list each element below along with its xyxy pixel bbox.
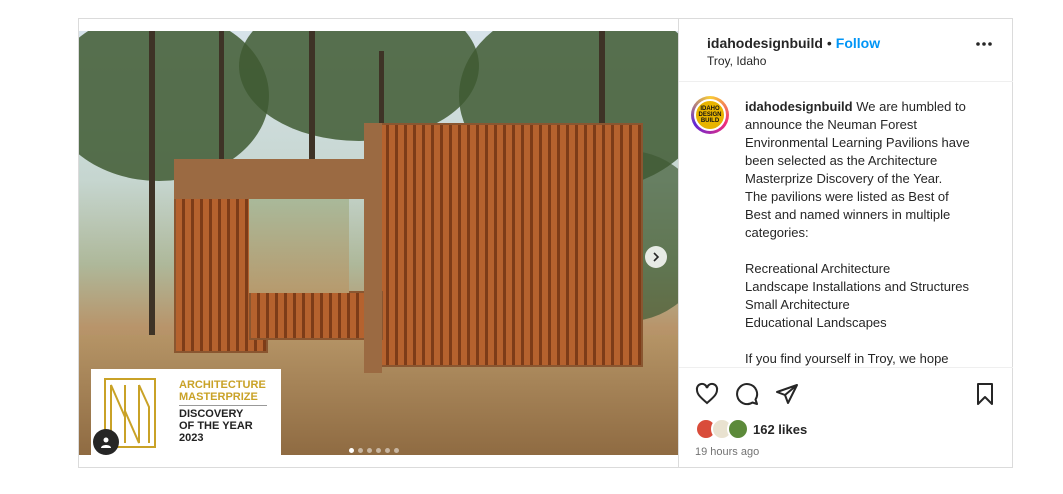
caption-line: If you find yourself in Troy, we hope: [745, 351, 949, 366]
badge-line: ARCHITECTURE: [179, 379, 266, 391]
next-image-button[interactable]: [645, 246, 667, 268]
caption-category: Small Architecture: [745, 297, 850, 312]
caption-area: IDAHO DESIGN BUILD idahodesignbuild We a…: [679, 82, 1013, 366]
award-badge: ARCHITECTURE MASTERPRIZE DISCOVERY OF TH…: [91, 369, 281, 455]
pavilion-panel: [369, 123, 643, 367]
share-icon[interactable]: [775, 382, 799, 406]
likes-row: 162 likes: [695, 418, 807, 440]
header-username[interactable]: idahodesignbuild: [707, 35, 823, 51]
pavilion-post: [364, 123, 382, 373]
caption-line: categories:: [745, 225, 809, 240]
liker-avatar: [727, 418, 749, 440]
likes-count[interactable]: 162 likes: [753, 422, 807, 437]
caption-category: Landscape Installations and Structures: [745, 279, 970, 294]
post-header: idahodesignbuild • Follow Troy, Idaho: [679, 19, 1013, 82]
carousel-dot: [385, 448, 390, 453]
caption-category: Recreational Architecture: [745, 261, 891, 276]
caption-line: been selected as the Architecture: [745, 153, 938, 168]
caption-gap: [745, 242, 997, 260]
comment-icon[interactable]: [735, 382, 759, 406]
caption-line: Environmental Learning Pavilions have: [745, 135, 970, 150]
badge-text: ARCHITECTURE MASTERPRIZE DISCOVERY OF TH…: [179, 379, 266, 444]
separator-dot: •: [826, 35, 832, 51]
caption-category: Educational Landscapes: [745, 315, 887, 330]
carousel-dot: [367, 448, 372, 453]
caption-line: Best and named winners in multiple: [745, 207, 951, 222]
caption-line: announce the Neuman Forest: [745, 117, 917, 132]
tree-trunk: [149, 31, 155, 361]
tagged-users-button[interactable]: [93, 429, 119, 455]
badge-line: DISCOVERY: [179, 408, 244, 420]
post-side-panel: idahodesignbuild • Follow Troy, Idaho IDAH…: [678, 19, 1013, 467]
caption-gap: [745, 332, 997, 350]
caption-line: We are humbled to: [856, 99, 966, 114]
pavilion-roof-beam: [174, 159, 374, 199]
chevron-right-icon: [653, 252, 660, 262]
more-horizontal-icon[interactable]: [975, 41, 993, 47]
carousel-dot: [349, 448, 354, 453]
badge-line: OF THE YEAR: [179, 420, 253, 432]
post-timestamp[interactable]: 19 hours ago: [695, 446, 759, 458]
carousel-dot: [376, 448, 381, 453]
instagram-post: ARCHITECTURE MASTERPRIZE DISCOVERY OF TH…: [78, 18, 1013, 468]
post-image[interactable]: ARCHITECTURE MASTERPRIZE DISCOVERY OF TH…: [79, 31, 678, 455]
header-user-line: idahodesignbuild • Follow: [707, 35, 880, 51]
badge-divider: [179, 405, 267, 406]
heart-icon[interactable]: [695, 382, 719, 406]
avatar-logo-text: IDAHO DESIGN BUILD: [698, 106, 722, 124]
pavilion-railing: [249, 291, 383, 340]
caption-line: Masterprize Discovery of the Year.: [745, 171, 943, 186]
caption-line: The pavilions were listed as Best of: [745, 189, 949, 204]
action-bar: 162 likes 19 hours ago: [679, 367, 1013, 468]
badge-line: 2023: [179, 432, 204, 444]
badge-line: MASTERPRIZE: [179, 391, 258, 403]
avatar-image: IDAHO DESIGN BUILD: [694, 99, 726, 131]
carousel-dot: [394, 448, 399, 453]
location-link[interactable]: Troy, Idaho: [707, 54, 766, 68]
user-icon: [101, 437, 111, 448]
carousel-dot: [358, 448, 363, 453]
caption-username[interactable]: idahodesignbuild: [745, 99, 853, 114]
avatar[interactable]: IDAHO DESIGN BUILD: [691, 96, 729, 134]
bookmark-icon[interactable]: [973, 382, 997, 406]
caption-text: idahodesignbuild We are humbled to annou…: [745, 98, 997, 366]
carousel-indicator: [349, 448, 399, 453]
pavilion-opening: [249, 199, 349, 293]
follow-button[interactable]: Follow: [836, 35, 880, 51]
